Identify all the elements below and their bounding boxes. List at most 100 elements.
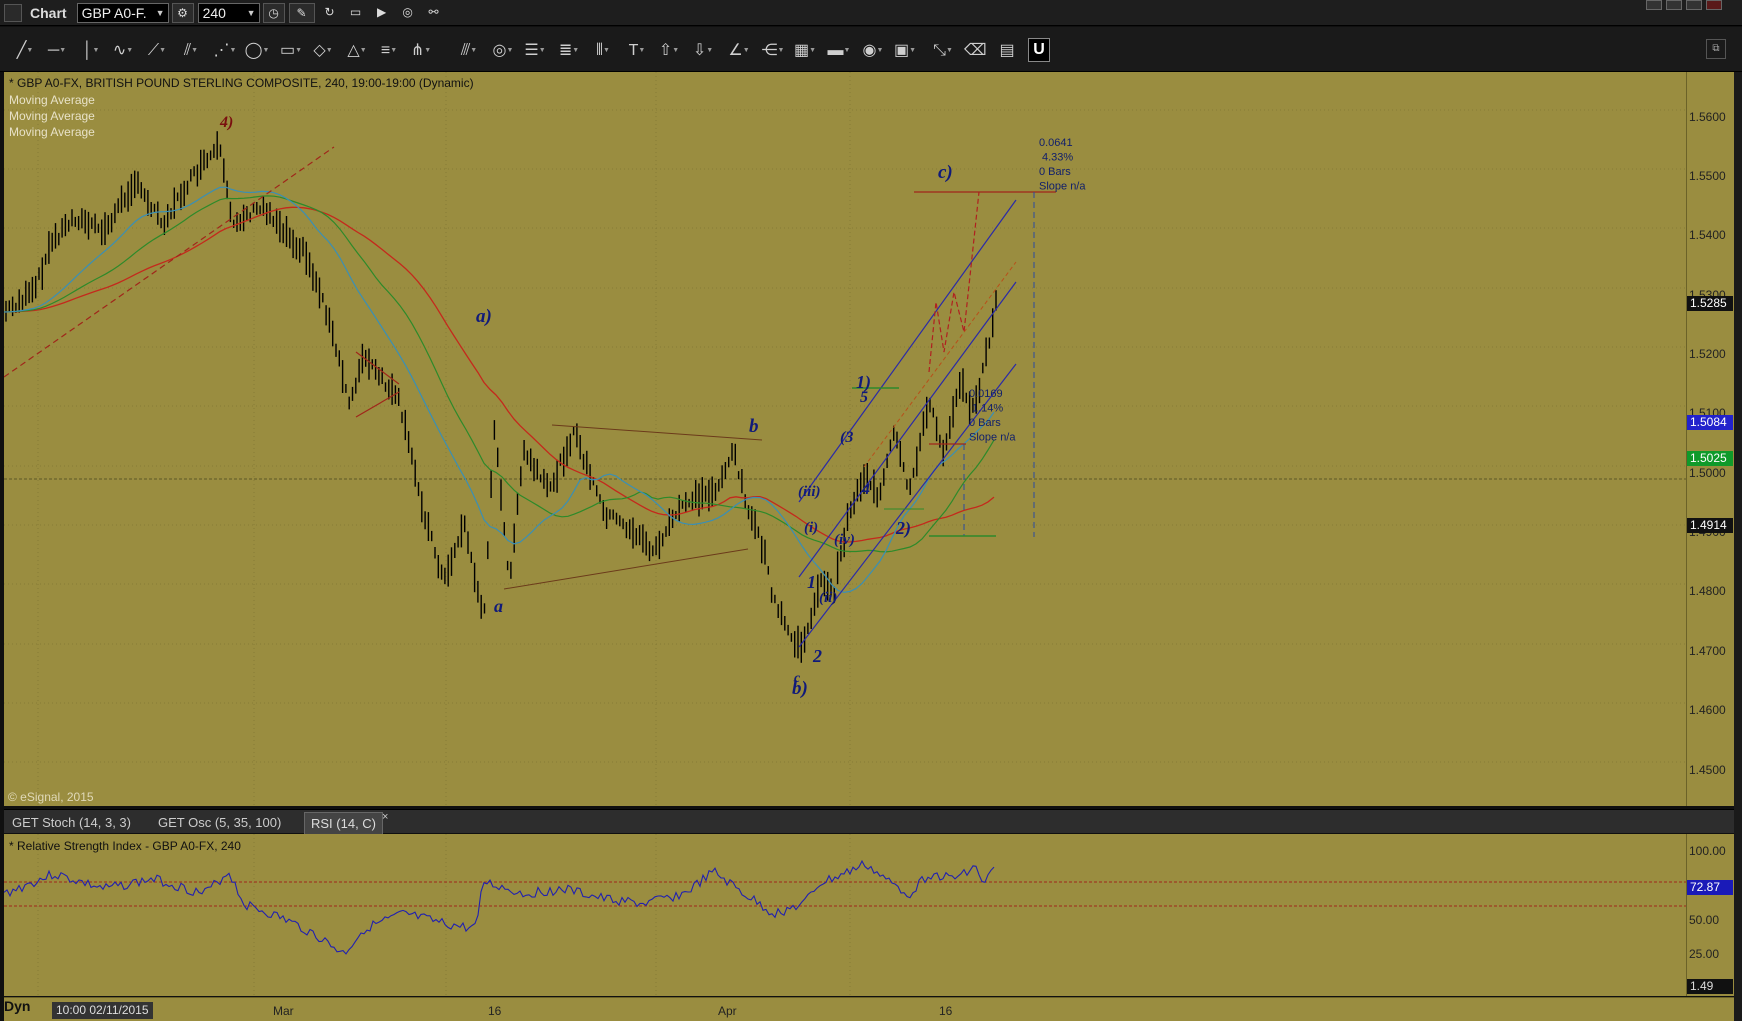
fib-retrace-icon[interactable]: ☰▼ [522,39,548,63]
price-tick-label: 1.4500 [1689,763,1726,777]
fib-fan-icon[interactable]: ⋰▼ [212,39,238,63]
measure-small-text: 1.14% [972,403,1003,415]
price-chart-pane[interactable]: 4) a) a b b) c c) 1) 2) 1 2 (3 4 5 (iii) (i) (iv) (ii) 0.0… [4,72,1686,806]
wave-label-sub_ii: (ii) [819,590,837,606]
eye-tool-icon[interactable]: ◉▼ [860,39,886,63]
maximize-button[interactable] [1666,0,1682,10]
price-tag-green: 1.5025 [1687,451,1733,466]
cycle-lines-icon[interactable]: ⦀▼ [590,39,616,63]
wave-label-five: 5 [860,389,868,406]
window-title: Chart [30,4,67,21]
line-tool-icon[interactable]: ╱▼ [12,39,38,63]
panel-toggle-icon[interactable]: ⧉ [1706,39,1726,59]
interval-input[interactable]: 240 ▼ [197,2,260,23]
time-readout: 10:00 02/11/2015 [52,1002,153,1019]
measure-big-text: 0 Bars [1039,166,1071,178]
triangle-lower-line [503,548,749,590]
triangle-icon[interactable]: △▼ [344,39,370,63]
restore-button[interactable] [1686,0,1702,10]
gann-tool-icon[interactable]: ⫽▼ [178,39,204,63]
rsi-line [4,859,995,955]
chart-header-text: * GBP A0-FX, BRITISH POUND STERLING COMP… [9,76,474,90]
link-icon[interactable]: ⚯ [423,3,445,23]
wave-label-sub_i: (i) [804,520,818,536]
fib-extension-icon[interactable]: ≣▼ [556,39,582,63]
ma-label-1[interactable]: Moving Average [9,93,95,107]
angle-tool-icon[interactable]: ∠▼ [726,39,752,63]
price-tick-label: 1.4800 [1689,584,1726,598]
gear-icon[interactable]: ⚙ [171,2,194,23]
price-chart-canvas[interactable]: 4)a)abb)cc)1)2)12(345(iii)(i)(iv)(ii)0.0… [4,72,1686,806]
rsi-tick-100: 100.00 [1689,844,1726,858]
arrow-down-icon[interactable]: ⇩▼ [690,39,716,63]
grid-tool-icon[interactable]: ▦▼ [792,39,818,63]
tab-rsi[interactable]: RSI (14, C) [304,812,384,834]
text-tool-icon[interactable]: T▼ [624,39,650,63]
wave-label-c_paren: c) [938,162,953,183]
fan-tool-icon[interactable]: ⟋▼ [144,39,170,63]
ma-label-3[interactable]: Moving Average [9,125,95,139]
projection-zigzag [928,191,980,373]
price-label-icon[interactable]: ▣▼ [892,39,918,63]
window-right-edge [1734,72,1742,1021]
eraser-icon[interactable]: ⌫ [964,39,987,63]
interval-dropdown-icon[interactable]: ▼ [247,4,256,22]
ma-label-2[interactable]: Moving Average [9,109,95,123]
ellipse-icon[interactable]: ◯▼ [244,39,270,63]
box-tool-icon[interactable]: ▬▼ [826,39,852,63]
measure-big-text: Slope n/a [1039,181,1086,193]
alert-icon[interactable]: ◎ [397,3,419,23]
dynamic-toggle[interactable]: Dyn [4,998,30,1018]
circles-icon[interactable]: ◎▼ [490,39,516,63]
wave-label-four: 4) [219,114,233,131]
refresh-icon[interactable]: ↻ [319,3,341,23]
rsi-value-tag: 72.87 [1687,880,1733,895]
minimize-button[interactable] [1646,0,1662,10]
channel-icon[interactable]: ≡▼ [376,39,402,63]
wave-tool-icon[interactable]: ∿▼ [110,39,136,63]
time-label-mar: Mar [273,1004,294,1018]
price-tag-last: 1.5285 [1687,296,1733,311]
horizontal-line-icon[interactable]: ─▼ [44,39,70,63]
wave-label-two: 2 [812,646,822,666]
price-tick-label: 1.5600 [1689,110,1726,124]
chat-icon[interactable]: ▤ [996,39,1018,63]
pencil-icon[interactable]: ✎ [288,2,315,23]
pattern-icon[interactable]: ⋔▼ [408,39,434,63]
pitchfork-icon[interactable]: ⋲▼ [760,39,786,63]
time-label-16-mar: 16 [488,1004,502,1018]
rsi-canvas[interactable] [4,834,1686,996]
rsi-bottom-tag: 1.49 [1687,979,1733,994]
parallel-lines-icon[interactable]: ⫻▼ [456,39,482,63]
window-grip-icon[interactable] [4,3,22,22]
price-tick-label: 1.5000 [1689,466,1726,480]
lock-toggle-button[interactable]: U [1028,38,1050,62]
symbol-dropdown-icon[interactable]: ▼ [156,4,165,22]
wave-label-sub_iv: (iv) [834,532,855,548]
indicator-tab-bar: GET Stoch (14, 3, 3) GET Osc (5, 35, 100… [4,809,1734,834]
card-icon[interactable]: ▭ [345,3,367,23]
tab-get-stoch[interactable]: GET Stoch (14, 3, 3) [6,812,137,834]
tab-close-icon[interactable]: × [382,811,388,823]
measure-small-text: 0 Bars [969,417,1001,429]
clock-icon[interactable]: ◷ [262,2,285,23]
rsi-pane[interactable] [4,834,1686,996]
time-label-16-apr: 16 [939,1004,953,1018]
time-axis[interactable] [4,997,1734,1021]
arrow-up-icon[interactable]: ⇧▼ [656,39,682,63]
ma-line-red [4,206,995,543]
close-button[interactable] [1706,0,1722,10]
symbol-input[interactable]: GBP A0-F. ▼ [76,2,169,23]
drawing-toolbar: ╱▼ ─▼ │▼ ∿▼ ⟋▼ ⫽▼ ⋰▼ ◯▼ ▭▼ ◇▼ △▼ ≡▼ ⋔▼ ⫻… [0,27,1742,72]
measure-big-text: 4.33% [1042,152,1073,164]
ma-line-green [4,195,995,553]
tab-get-osc[interactable]: GET Osc (5, 35, 100) [152,812,287,834]
wave-label-two_paren: 2) [895,518,911,539]
cursor-tool-icon[interactable]: ⤡▼ [930,39,956,63]
wave-label-b: b [749,416,759,437]
price-tick-label: 1.5200 [1689,347,1726,361]
play-icon[interactable]: ▶ [371,3,393,23]
diamond-icon[interactable]: ◇▼ [310,39,336,63]
vertical-line-icon[interactable]: │▼ [80,39,102,63]
rectangle-icon[interactable]: ▭▼ [278,39,304,63]
